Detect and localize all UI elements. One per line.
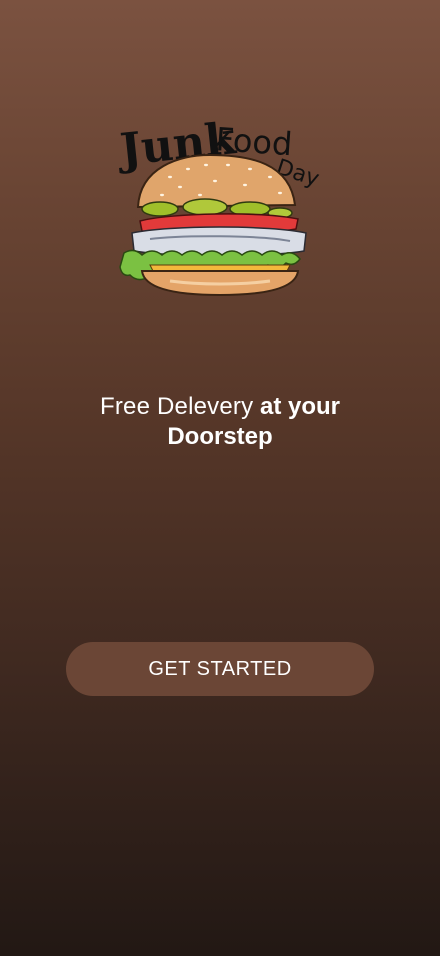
burger-icon: Junk Food Day [114,113,322,297]
get-started-button[interactable]: GET STARTED [66,642,374,696]
tagline-bold-text-2: Doorstep [167,423,273,450]
junk-food-day-logo: Junk Food Day [110,105,330,305]
tagline-light-text: Free Delevery [99,393,254,420]
tagline: Free Delevery at your Doorstep [40,392,400,452]
onboarding-screen: Junk Food Day Free Delevery at your Door… [0,0,440,956]
tagline-bold-text-1: at your [259,393,340,420]
